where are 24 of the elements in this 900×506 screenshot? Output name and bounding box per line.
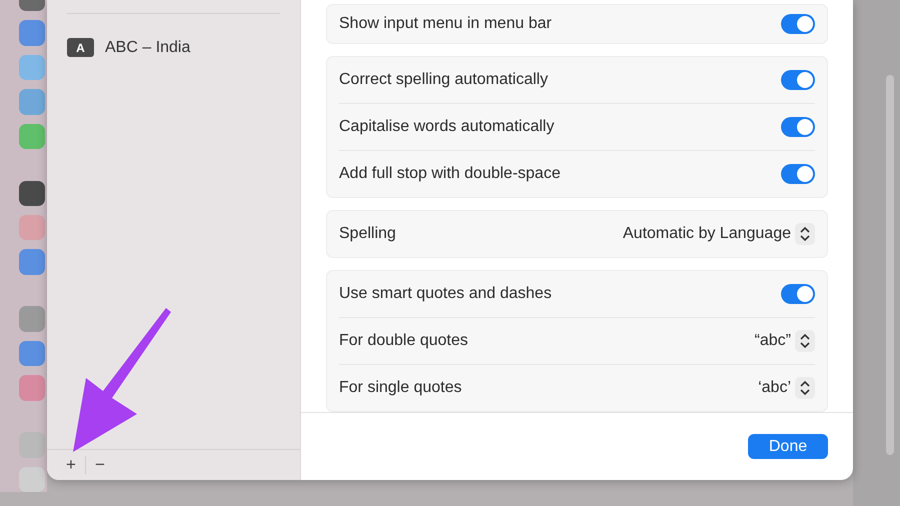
stepper-chevron-icon — [795, 330, 815, 352]
setting-label: For double quotes — [339, 332, 468, 350]
setting-label: Correct spelling automatically — [339, 71, 548, 89]
add-button[interactable]: + — [57, 455, 85, 475]
toggle-switch[interactable] — [781, 14, 815, 34]
setting-label: For single quotes — [339, 379, 462, 397]
done-button[interactable]: Done — [748, 434, 828, 459]
stepper-chevron-icon — [795, 377, 815, 399]
popup-menu[interactable]: ‘abc’ — [758, 377, 815, 399]
toggle-switch[interactable] — [781, 164, 815, 184]
popup-menu[interactable]: “abc” — [754, 330, 815, 352]
setting-label: Use smart quotes and dashes — [339, 285, 552, 303]
setting-label: Show input menu in menu bar — [339, 15, 552, 33]
popup-menu[interactable]: Automatic by Language — [622, 223, 815, 245]
remove-button[interactable]: − — [86, 455, 114, 475]
toggle-switch[interactable] — [781, 70, 815, 90]
stepper-chevron-icon — [795, 223, 815, 245]
setting-label: Capitalise words automatically — [339, 118, 554, 136]
setting-label: Add full stop with double-space — [339, 165, 560, 183]
toggle-switch[interactable] — [781, 284, 815, 304]
input-source-item[interactable]: ABC – India — [105, 38, 190, 56]
setting-label: Spelling — [339, 225, 396, 243]
input-source-badge: A — [67, 38, 94, 57]
toggle-switch[interactable] — [781, 117, 815, 137]
